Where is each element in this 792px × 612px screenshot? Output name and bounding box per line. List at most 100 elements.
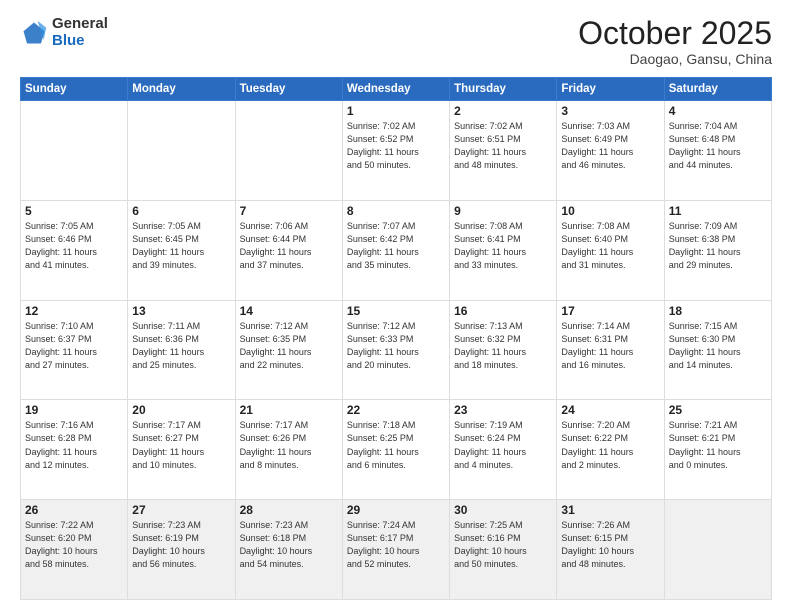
logo-icon	[20, 19, 48, 47]
day-info: Sunrise: 7:21 AM Sunset: 6:21 PM Dayligh…	[669, 419, 767, 471]
calendar-cell	[235, 101, 342, 201]
day-info: Sunrise: 7:06 AM Sunset: 6:44 PM Dayligh…	[240, 220, 338, 272]
day-info: Sunrise: 7:12 AM Sunset: 6:33 PM Dayligh…	[347, 320, 445, 372]
calendar-week-row: 19 Sunrise: 7:16 AM Sunset: 6:28 PM Dayli…	[21, 400, 772, 500]
logo-text: General Blue	[52, 16, 108, 49]
day-number: 4	[669, 104, 767, 118]
day-number: 1	[347, 104, 445, 118]
calendar-cell: 6 Sunrise: 7:05 AM Sunset: 6:45 PM Daylig…	[128, 200, 235, 300]
calendar-week-row: 5 Sunrise: 7:05 AM Sunset: 6:46 PM Daylig…	[21, 200, 772, 300]
day-info: Sunrise: 7:23 AM Sunset: 6:18 PM Dayligh…	[240, 519, 338, 571]
day-info: Sunrise: 7:05 AM Sunset: 6:46 PM Dayligh…	[25, 220, 123, 272]
weekday-header-thursday: Thursday	[450, 78, 557, 101]
day-number: 7	[240, 204, 338, 218]
day-info: Sunrise: 7:19 AM Sunset: 6:24 PM Dayligh…	[454, 419, 552, 471]
calendar-cell: 3 Sunrise: 7:03 AM Sunset: 6:49 PM Daylig…	[557, 101, 664, 201]
day-number: 10	[561, 204, 659, 218]
day-info: Sunrise: 7:10 AM Sunset: 6:37 PM Dayligh…	[25, 320, 123, 372]
day-info: Sunrise: 7:04 AM Sunset: 6:48 PM Dayligh…	[669, 120, 767, 172]
calendar-week-row: 12Sunrise: 7:10 AM Sunset: 6:37 PM Dayli…	[21, 300, 772, 400]
calendar-cell	[664, 500, 771, 600]
day-number: 31	[561, 503, 659, 517]
calendar-cell: 12Sunrise: 7:10 AM Sunset: 6:37 PM Dayli…	[21, 300, 128, 400]
calendar-cell: 24Sunrise: 7:20 AM Sunset: 6:22 PM Dayli…	[557, 400, 664, 500]
calendar-cell: 19 Sunrise: 7:16 AM Sunset: 6:28 PM Dayli…	[21, 400, 128, 500]
day-info: Sunrise: 7:08 AM Sunset: 6:41 PM Dayligh…	[454, 220, 552, 272]
day-info: Sunrise: 7:07 AM Sunset: 6:42 PM Dayligh…	[347, 220, 445, 272]
weekday-header-monday: Monday	[128, 78, 235, 101]
calendar-cell: 17Sunrise: 7:14 AM Sunset: 6:31 PM Dayli…	[557, 300, 664, 400]
calendar-cell: 10 Sunrise: 7:08 AM Sunset: 6:40 PM Dayli…	[557, 200, 664, 300]
calendar-cell: 30 Sunrise: 7:25 AM Sunset: 6:16 PM Dayli…	[450, 500, 557, 600]
calendar-cell: 11Sunrise: 7:09 AM Sunset: 6:38 PM Dayli…	[664, 200, 771, 300]
day-info: Sunrise: 7:17 AM Sunset: 6:27 PM Dayligh…	[132, 419, 230, 471]
weekday-header-friday: Friday	[557, 78, 664, 101]
calendar-cell: 16 Sunrise: 7:13 AM Sunset: 6:32 PM Dayli…	[450, 300, 557, 400]
day-number: 18	[669, 304, 767, 318]
day-info: Sunrise: 7:03 AM Sunset: 6:49 PM Dayligh…	[561, 120, 659, 172]
day-number: 2	[454, 104, 552, 118]
weekday-header-row: SundayMondayTuesdayWednesdayThursdayFrid…	[21, 78, 772, 101]
day-number: 21	[240, 403, 338, 417]
month-title: October 2025	[578, 16, 772, 51]
day-info: Sunrise: 7:15 AM Sunset: 6:30 PM Dayligh…	[669, 320, 767, 372]
calendar-cell: 1Sunrise: 7:02 AM Sunset: 6:52 PM Daylig…	[342, 101, 449, 201]
weekday-header-sunday: Sunday	[21, 78, 128, 101]
calendar-cell: 14Sunrise: 7:12 AM Sunset: 6:35 PM Dayli…	[235, 300, 342, 400]
calendar-cell: 23 Sunrise: 7:19 AM Sunset: 6:24 PM Dayli…	[450, 400, 557, 500]
header: General Blue October 2025 Daogao, Gansu,…	[20, 16, 772, 67]
day-number: 27	[132, 503, 230, 517]
calendar-cell: 18 Sunrise: 7:15 AM Sunset: 6:30 PM Dayli…	[664, 300, 771, 400]
day-info: Sunrise: 7:16 AM Sunset: 6:28 PM Dayligh…	[25, 419, 123, 471]
logo-general: General	[52, 15, 108, 32]
day-number: 28	[240, 503, 338, 517]
calendar-cell	[128, 101, 235, 201]
calendar-cell: 13Sunrise: 7:11 AM Sunset: 6:36 PM Dayli…	[128, 300, 235, 400]
calendar-cell: 26Sunrise: 7:22 AM Sunset: 6:20 PM Dayli…	[21, 500, 128, 600]
day-info: Sunrise: 7:13 AM Sunset: 6:32 PM Dayligh…	[454, 320, 552, 372]
calendar-cell: 25 Sunrise: 7:21 AM Sunset: 6:21 PM Dayli…	[664, 400, 771, 500]
day-number: 3	[561, 104, 659, 118]
day-number: 23	[454, 403, 552, 417]
day-info: Sunrise: 7:17 AM Sunset: 6:26 PM Dayligh…	[240, 419, 338, 471]
weekday-header-tuesday: Tuesday	[235, 78, 342, 101]
day-info: Sunrise: 7:02 AM Sunset: 6:51 PM Dayligh…	[454, 120, 552, 172]
calendar-table: SundayMondayTuesdayWednesdayThursdayFrid…	[20, 77, 772, 600]
day-info: Sunrise: 7:23 AM Sunset: 6:19 PM Dayligh…	[132, 519, 230, 571]
day-info: Sunrise: 7:14 AM Sunset: 6:31 PM Dayligh…	[561, 320, 659, 372]
day-number: 9	[454, 204, 552, 218]
day-number: 29	[347, 503, 445, 517]
day-info: Sunrise: 7:05 AM Sunset: 6:45 PM Dayligh…	[132, 220, 230, 272]
day-info: Sunrise: 7:25 AM Sunset: 6:16 PM Dayligh…	[454, 519, 552, 571]
day-number: 30	[454, 503, 552, 517]
day-number: 19	[25, 403, 123, 417]
calendar-cell: 9 Sunrise: 7:08 AM Sunset: 6:41 PM Daylig…	[450, 200, 557, 300]
calendar-cell: 5 Sunrise: 7:05 AM Sunset: 6:46 PM Daylig…	[21, 200, 128, 300]
weekday-header-saturday: Saturday	[664, 78, 771, 101]
day-info: Sunrise: 7:08 AM Sunset: 6:40 PM Dayligh…	[561, 220, 659, 272]
calendar-week-row: 1Sunrise: 7:02 AM Sunset: 6:52 PM Daylig…	[21, 101, 772, 201]
logo: General Blue	[20, 16, 108, 49]
day-number: 20	[132, 403, 230, 417]
day-info: Sunrise: 7:24 AM Sunset: 6:17 PM Dayligh…	[347, 519, 445, 571]
calendar-cell: 7 Sunrise: 7:06 AM Sunset: 6:44 PM Daylig…	[235, 200, 342, 300]
weekday-header-wednesday: Wednesday	[342, 78, 449, 101]
calendar-cell: 27 Sunrise: 7:23 AM Sunset: 6:19 PM Dayli…	[128, 500, 235, 600]
day-number: 6	[132, 204, 230, 218]
calendar-cell: 21 Sunrise: 7:17 AM Sunset: 6:26 PM Dayli…	[235, 400, 342, 500]
day-number: 16	[454, 304, 552, 318]
calendar-cell: 15Sunrise: 7:12 AM Sunset: 6:33 PM Dayli…	[342, 300, 449, 400]
day-number: 8	[347, 204, 445, 218]
page: General Blue October 2025 Daogao, Gansu,…	[0, 0, 792, 612]
day-number: 13	[132, 304, 230, 318]
calendar-cell: 2 Sunrise: 7:02 AM Sunset: 6:51 PM Daylig…	[450, 101, 557, 201]
day-number: 14	[240, 304, 338, 318]
day-number: 5	[25, 204, 123, 218]
location: Daogao, Gansu, China	[578, 51, 772, 67]
calendar-cell: 4 Sunrise: 7:04 AM Sunset: 6:48 PM Daylig…	[664, 101, 771, 201]
calendar-cell: 28 Sunrise: 7:23 AM Sunset: 6:18 PM Dayli…	[235, 500, 342, 600]
calendar-cell: 20 Sunrise: 7:17 AM Sunset: 6:27 PM Dayli…	[128, 400, 235, 500]
calendar-cell: 8 Sunrise: 7:07 AM Sunset: 6:42 PM Daylig…	[342, 200, 449, 300]
day-number: 25	[669, 403, 767, 417]
day-info: Sunrise: 7:26 AM Sunset: 6:15 PM Dayligh…	[561, 519, 659, 571]
